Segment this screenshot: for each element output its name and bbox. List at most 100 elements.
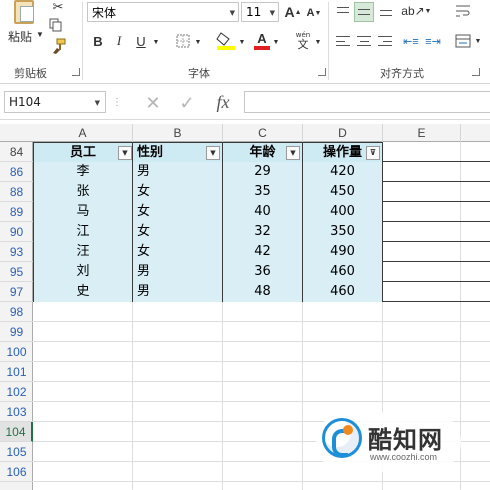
- font-color-dropdown-icon[interactable]: ▼: [272, 35, 280, 49]
- filter-active-icon[interactable]: ⊽: [366, 146, 380, 160]
- cell-amount[interactable]: 400: [303, 202, 383, 222]
- cell-amount[interactable]: 460: [303, 282, 383, 302]
- cell-employee[interactable]: 马: [33, 202, 133, 222]
- cell-employee[interactable]: 汪: [33, 242, 133, 262]
- format-painter-icon[interactable]: [50, 38, 66, 54]
- row-header[interactable]: 88: [0, 182, 33, 202]
- cell-amount[interactable]: 420: [303, 162, 383, 182]
- bold-button[interactable]: B: [90, 32, 106, 50]
- font-color-icon[interactable]: A: [252, 30, 272, 52]
- header-cell-employee[interactable]: 员工 ▼: [33, 142, 133, 162]
- italic-button[interactable]: I: [112, 32, 126, 50]
- insert-function-icon[interactable]: fx: [210, 90, 236, 114]
- chevron-down-icon[interactable]: ▼: [230, 9, 235, 17]
- font-launcher-icon[interactable]: [318, 68, 326, 76]
- cut-icon[interactable]: ✂: [48, 0, 68, 14]
- orientation-dropdown-icon[interactable]: ▼: [424, 5, 432, 17]
- header-cell-gender[interactable]: 性别 ▼: [133, 142, 223, 162]
- orientation-icon[interactable]: ab↗: [401, 2, 424, 20]
- merge-center-icon[interactable]: [454, 32, 472, 50]
- grow-font-button[interactable]: A ▲: [284, 3, 301, 21]
- row-header-selected[interactable]: 104: [0, 422, 33, 442]
- align-center-icon[interactable]: [356, 34, 372, 48]
- font-size-combo[interactable]: 11 ▼: [241, 2, 279, 22]
- cell-age[interactable]: 35: [223, 182, 303, 202]
- fill-color-icon[interactable]: [216, 30, 236, 52]
- row-header[interactable]: 97: [0, 282, 33, 302]
- row-header[interactable]: 99: [0, 322, 33, 342]
- column-header-c[interactable]: C: [223, 124, 303, 142]
- row-header[interactable]: 103: [0, 402, 33, 422]
- cell-age[interactable]: 29: [223, 162, 303, 182]
- underline-button[interactable]: U: [134, 32, 148, 50]
- cell-employee[interactable]: 江: [33, 222, 133, 242]
- cell-employee[interactable]: 史: [33, 282, 133, 302]
- column-header-next[interactable]: [461, 124, 490, 142]
- alignment-launcher-icon[interactable]: [472, 68, 480, 76]
- cancel-icon[interactable]: ✕: [142, 92, 164, 114]
- chevron-down-icon[interactable]: ▼: [270, 9, 275, 17]
- wrap-text-icon[interactable]: [454, 2, 472, 20]
- borders-icon[interactable]: [174, 33, 192, 49]
- row-header[interactable]: 89: [0, 202, 33, 222]
- cell-amount[interactable]: 350: [303, 222, 383, 242]
- cell-gender[interactable]: 女: [133, 222, 223, 242]
- row-header[interactable]: 93: [0, 242, 33, 262]
- align-left-icon[interactable]: [336, 34, 352, 48]
- cell-amount[interactable]: 450: [303, 182, 383, 202]
- phonetic-guide-button[interactable]: wén 文: [292, 30, 314, 52]
- cell-employee[interactable]: 刘: [33, 262, 133, 282]
- column-header-a[interactable]: A: [33, 124, 133, 142]
- borders-dropdown-icon[interactable]: ▼: [194, 35, 202, 49]
- increase-indent-icon[interactable]: ≡⇥: [424, 33, 442, 49]
- row-header[interactable]: 100: [0, 342, 33, 362]
- merge-dropdown-icon[interactable]: ▼: [474, 35, 482, 47]
- cell-employee[interactable]: 张: [33, 182, 133, 202]
- column-header-e[interactable]: E: [383, 124, 461, 142]
- paste-icon[interactable]: [8, 0, 40, 26]
- fill-color-dropdown-icon[interactable]: ▼: [238, 35, 246, 49]
- align-bottom-icon[interactable]: [378, 2, 394, 18]
- cell-employee[interactable]: 李: [33, 162, 133, 182]
- row-header[interactable]: 102: [0, 382, 33, 402]
- row-header[interactable]: 105: [0, 442, 33, 462]
- enter-icon[interactable]: ✓: [176, 92, 198, 114]
- clipboard-launcher-icon[interactable]: [72, 68, 80, 76]
- underline-dropdown-icon[interactable]: ▼: [152, 35, 160, 49]
- cell-gender[interactable]: 女: [133, 202, 223, 222]
- phonetic-dropdown-icon[interactable]: ▼: [314, 35, 322, 49]
- formula-bar-grip[interactable]: ⋮: [112, 95, 122, 109]
- formula-input[interactable]: [244, 91, 490, 113]
- header-cell-age[interactable]: 年龄 ▼: [223, 142, 303, 162]
- row-header[interactable]: 98: [0, 302, 33, 322]
- column-header-d[interactable]: D: [303, 124, 383, 142]
- paste-dropdown-icon[interactable]: ▼: [36, 30, 44, 39]
- name-box[interactable]: H104 ▼: [4, 91, 106, 113]
- row-header[interactable]: 95: [0, 262, 33, 282]
- cell-gender[interactable]: 女: [133, 182, 223, 202]
- filter-dropdown-icon[interactable]: ▼: [206, 146, 220, 160]
- cell-gender[interactable]: 男: [133, 162, 223, 182]
- cell-gender[interactable]: 女: [133, 242, 223, 262]
- row-header[interactable]: 84: [0, 142, 33, 162]
- row-header[interactable]: 106: [0, 462, 33, 482]
- cell-gender[interactable]: 男: [133, 282, 223, 302]
- decrease-indent-icon[interactable]: ⇤≡: [402, 33, 420, 49]
- align-top-icon[interactable]: [335, 2, 351, 18]
- row-header[interactable]: 90: [0, 222, 33, 242]
- cell-age[interactable]: 48: [223, 282, 303, 302]
- cell-amount[interactable]: 460: [303, 262, 383, 282]
- font-name-combo[interactable]: 宋体 ▼: [87, 2, 239, 22]
- shrink-font-button[interactable]: A ▼: [306, 5, 322, 21]
- row-header[interactable]: 101: [0, 362, 33, 382]
- cell-age[interactable]: 32: [223, 222, 303, 242]
- align-middle-icon[interactable]: [354, 2, 374, 22]
- row-header[interactable]: 86: [0, 162, 33, 182]
- column-header-b[interactable]: B: [133, 124, 223, 142]
- cell-age[interactable]: 36: [223, 262, 303, 282]
- header-cell-amount[interactable]: 操作量 ⊽: [303, 142, 383, 162]
- cell-age[interactable]: 42: [223, 242, 303, 262]
- filter-dropdown-icon[interactable]: ▼: [286, 146, 300, 160]
- filter-dropdown-icon[interactable]: ▼: [118, 146, 132, 160]
- align-right-icon[interactable]: [376, 34, 392, 48]
